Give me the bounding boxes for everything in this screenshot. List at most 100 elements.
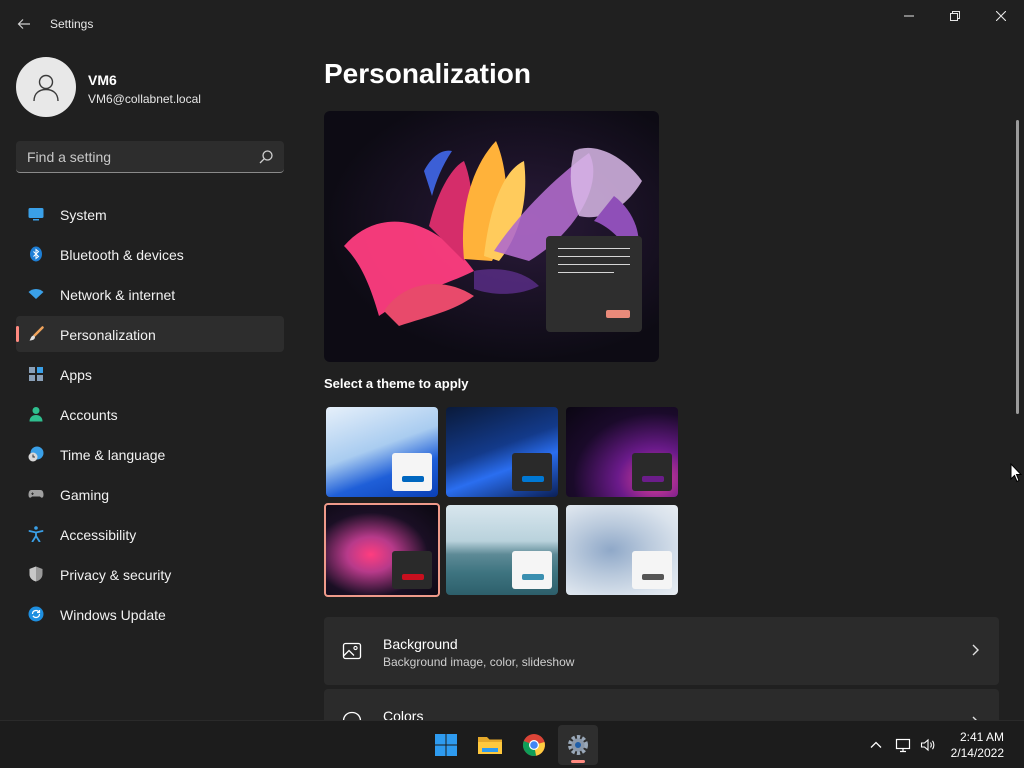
preview-button: [606, 310, 630, 318]
theme-mini-window: [512, 551, 552, 589]
user-profile[interactable]: VM6 VM6@collabnet.local: [16, 57, 296, 117]
preview-window-mockup: [546, 236, 642, 332]
start-icon: [435, 734, 457, 756]
card-subtitle: Background image, color, slideshow: [383, 655, 575, 669]
preview-line: [558, 264, 630, 265]
minimize-icon: [904, 15, 914, 17]
taskbar: 2:41 AM 2/14/2022: [0, 720, 1024, 768]
sidebar-item-label: Apps: [60, 367, 92, 383]
card-title: Colors: [383, 708, 424, 720]
preview-line: [558, 256, 630, 257]
sidebar-item-bluetooth[interactable]: Bluetooth & devices: [16, 236, 284, 272]
settings-taskbar-button[interactable]: [558, 725, 598, 765]
theme-mini-window: [512, 453, 552, 491]
chrome-button[interactable]: [514, 725, 554, 765]
sidebar-item-label: Network & internet: [60, 287, 176, 303]
sidebar-item-label: Privacy & security: [60, 567, 172, 583]
theme-windows-dark[interactable]: [446, 407, 558, 497]
restore-icon: [950, 11, 960, 21]
sidebar-item-label: Accessibility: [60, 527, 137, 543]
sidebar-item-accounts[interactable]: Accounts: [16, 396, 284, 432]
file-explorer-button[interactable]: [470, 725, 510, 765]
shield-icon: [29, 566, 43, 582]
search-icon: [259, 150, 273, 164]
chevron-up-icon[interactable]: [868, 737, 884, 753]
system-icon: [28, 208, 44, 221]
close-button[interactable]: [978, 0, 1024, 32]
profile-name: VM6: [88, 72, 117, 88]
theme-glow[interactable]: [566, 407, 678, 497]
clock-globe-icon: [28, 446, 44, 462]
file-explorer-icon: [478, 737, 502, 754]
sidebar-item-label: Bluetooth & devices: [60, 247, 184, 263]
restore-button[interactable]: [932, 0, 978, 32]
sidebar-item-label: System: [60, 207, 107, 223]
mouse-cursor-icon: [1010, 463, 1022, 483]
back-button[interactable]: [10, 10, 38, 38]
sidebar-item-personalization[interactable]: Personalization: [16, 316, 284, 352]
user-icon: [33, 74, 59, 102]
preview-line: [558, 272, 614, 273]
theme-grid: [324, 405, 684, 597]
preview-line: [558, 248, 630, 249]
search-input[interactable]: Find a setting: [16, 141, 284, 173]
sidebar-item-apps[interactable]: Apps: [16, 356, 284, 392]
theme-captured-motion[interactable]: [324, 503, 440, 597]
clock-time: 2:41 AM: [959, 730, 1004, 744]
accessibility-icon: [28, 526, 44, 542]
active-indicator: [571, 760, 585, 763]
sidebar-item-privacy-security[interactable]: Privacy & security: [16, 556, 284, 592]
theme-mini-window: [632, 551, 672, 589]
theme-mini-window: [392, 453, 432, 491]
sidebar-item-network[interactable]: Network & internet: [16, 276, 284, 312]
gamepad-icon: [28, 490, 44, 498]
theme-flow[interactable]: [566, 505, 678, 595]
chevron-right-icon: [972, 644, 979, 656]
close-icon: [996, 11, 1006, 21]
clock-date: 2/14/2022: [950, 746, 1004, 760]
settings-icon: [568, 735, 588, 755]
sidebar-item-label: Time & language: [60, 447, 166, 463]
app-title: Settings: [50, 17, 94, 31]
image-icon: [342, 642, 362, 660]
update-icon: [28, 606, 44, 622]
bluetooth-icon: [30, 246, 42, 262]
palette-icon: [342, 711, 362, 720]
theme-mini-window: [632, 453, 672, 491]
content-scrollbar[interactable]: [1016, 120, 1019, 414]
sidebar-item-time-language[interactable]: Time & language: [16, 436, 284, 472]
sidebar-item-label: Gaming: [60, 487, 110, 503]
theme-sunrise[interactable]: [446, 505, 558, 595]
theme-preview: [324, 111, 659, 362]
sidebar-item-label: Accounts: [60, 407, 118, 423]
back-arrow-icon: [17, 19, 30, 29]
sidebar-item-label: Personalization: [60, 327, 156, 343]
minimize-button[interactable]: [886, 0, 932, 32]
volume-icon[interactable]: [920, 737, 936, 753]
background-setting-card[interactable]: Background Background image, color, slid…: [324, 617, 999, 685]
card-title: Background: [383, 636, 458, 652]
colors-setting-card[interactable]: Colors: [324, 689, 999, 720]
clock[interactable]: 2:41 AM 2/14/2022: [951, 729, 1004, 761]
network-icon[interactable]: [895, 737, 911, 753]
title-bar: Settings: [0, 0, 1024, 48]
sidebar-item-gaming[interactable]: Gaming: [16, 476, 284, 512]
sidebar-item-system[interactable]: System: [16, 196, 284, 232]
sidebar-item-label: Windows Update: [60, 607, 166, 623]
sidebar-item-windows-update[interactable]: Windows Update: [16, 596, 284, 632]
theme-section-label: Select a theme to apply: [324, 376, 469, 391]
start-button[interactable]: [426, 725, 466, 765]
chrome-icon: [523, 734, 545, 756]
wifi-icon: [28, 289, 44, 299]
sidebar-nav: System Bluetooth & devices Network & int…: [16, 196, 284, 636]
accounts-icon: [29, 407, 43, 422]
page-title: Personalization: [324, 58, 531, 89]
sidebar-item-accessibility[interactable]: Accessibility: [16, 516, 284, 552]
profile-email: VM6@collabnet.local: [88, 92, 201, 106]
theme-mini-window: [392, 551, 432, 589]
search-placeholder: Find a setting: [27, 149, 112, 165]
apps-icon: [29, 367, 43, 381]
brush-icon: [29, 326, 44, 341]
theme-windows-light[interactable]: [326, 407, 438, 497]
avatar: [16, 57, 76, 117]
